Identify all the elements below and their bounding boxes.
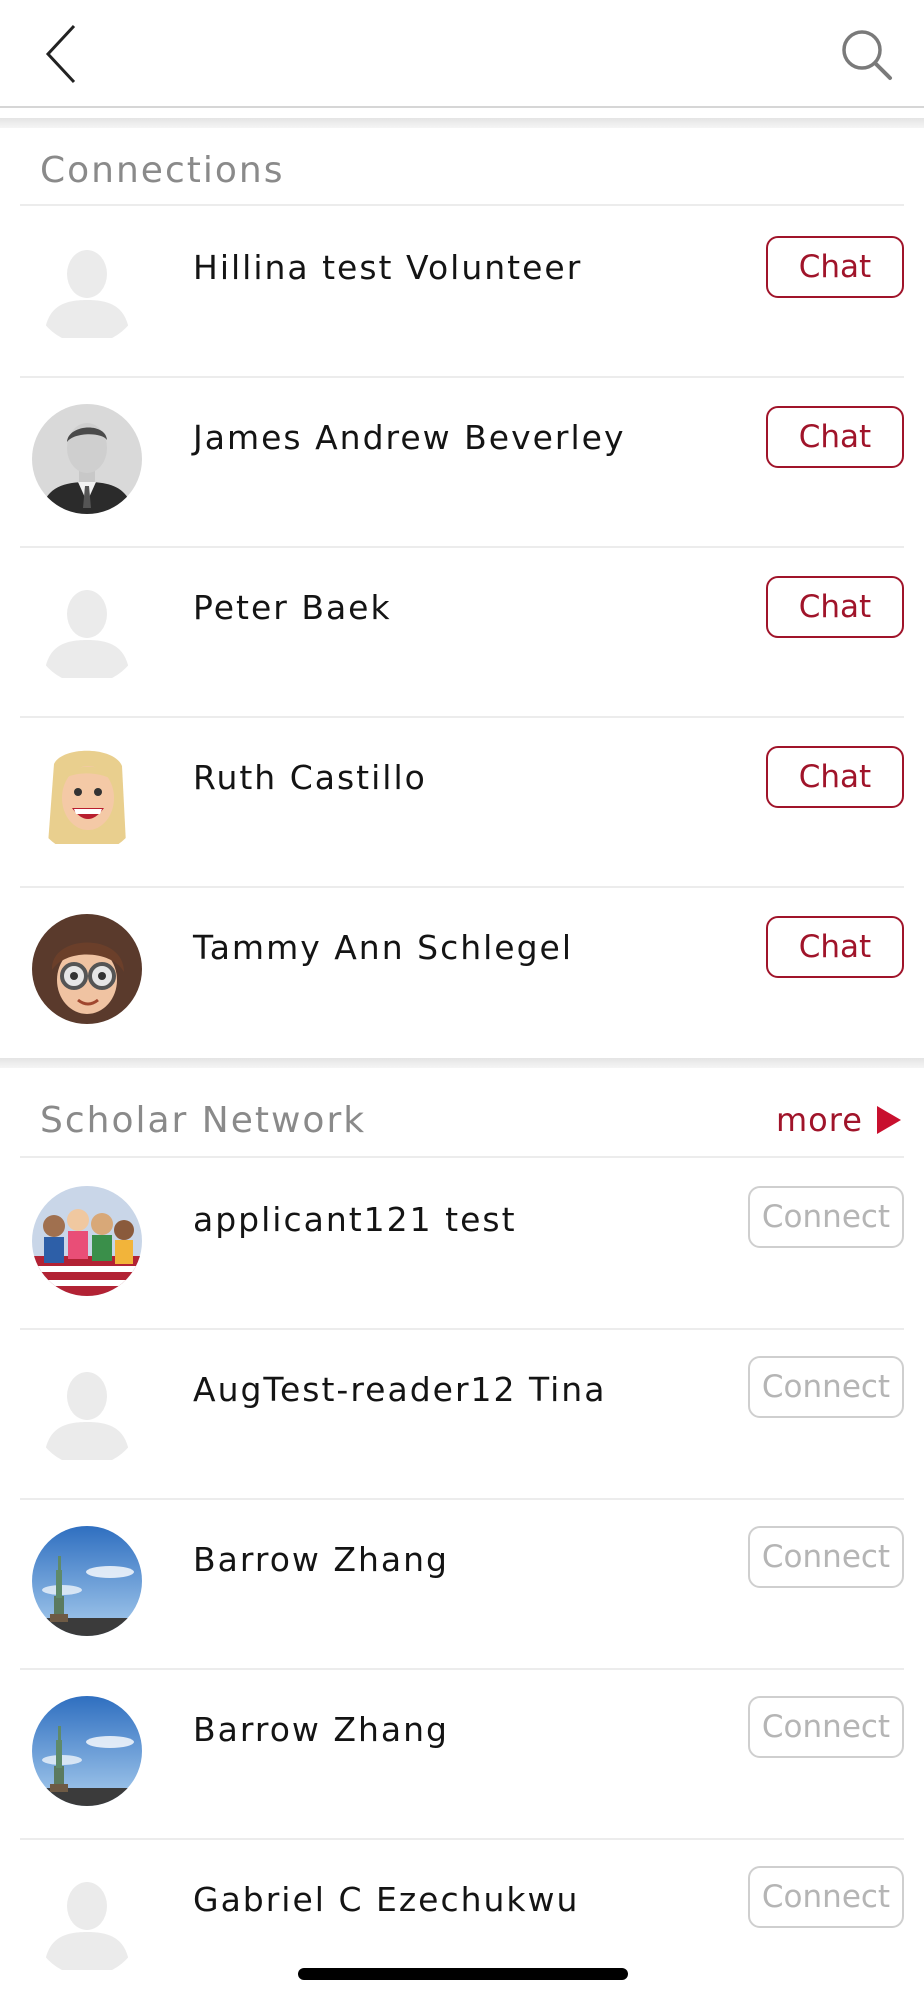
connect-button[interactable]: Connect <box>748 1356 904 1418</box>
more-link[interactable]: more <box>776 1098 901 1142</box>
person-placeholder-icon <box>32 574 142 684</box>
person-name: Peter Baek <box>193 588 392 627</box>
avatar <box>32 744 142 854</box>
connection-row: Tammy Ann Schlegel Chat <box>20 886 904 1056</box>
avatar <box>32 1866 142 1976</box>
avatar <box>32 1696 142 1806</box>
chat-button[interactable]: Chat <box>766 406 904 468</box>
scholar-row: applicant121 test Connect <box>20 1158 904 1328</box>
profile-photo <box>32 1186 142 1296</box>
connection-row: James Andrew Beverley Chat <box>20 376 904 546</box>
scholar-row: Barrow Zhang Connect <box>20 1668 904 1838</box>
person-placeholder-icon <box>32 1356 142 1466</box>
avatar <box>32 574 142 684</box>
person-placeholder-icon <box>32 234 142 344</box>
person-name: Hillina test Volunteer <box>193 248 583 287</box>
person-name: Tammy Ann Schlegel <box>193 928 574 967</box>
person-name: James Andrew Beverley <box>193 418 626 457</box>
chat-button[interactable]: Chat <box>766 236 904 298</box>
connection-row: Peter Baek Chat <box>20 546 904 716</box>
search-icon <box>842 30 892 80</box>
scholar-network-title: Scholar Network <box>40 1100 367 1141</box>
avatar <box>32 1186 142 1296</box>
play-arrow-icon <box>876 1106 901 1134</box>
person-name: Barrow Zhang <box>193 1710 449 1749</box>
connect-button[interactable]: Connect <box>748 1526 904 1588</box>
connect-button[interactable]: Connect <box>748 1696 904 1758</box>
back-button[interactable] <box>40 22 90 86</box>
person-name: applicant121 test <box>193 1200 517 1239</box>
person-name: AugTest-reader12 Tina <box>193 1370 607 1409</box>
avatar <box>32 234 142 344</box>
more-label: more <box>776 1101 863 1139</box>
connections-title: Connections <box>40 150 285 191</box>
chat-button[interactable]: Chat <box>766 916 904 978</box>
chevron-left-icon <box>45 24 76 84</box>
search-button[interactable] <box>838 26 896 84</box>
top-navigation-bar <box>0 0 924 108</box>
scholar-row: Barrow Zhang Connect <box>20 1498 904 1668</box>
section-separator <box>0 1058 924 1068</box>
profile-photo <box>32 1526 142 1636</box>
person-placeholder-icon <box>32 1866 142 1976</box>
cartoon-avatar <box>32 744 142 854</box>
person-name: Barrow Zhang <box>193 1540 449 1579</box>
home-indicator <box>298 1968 628 1980</box>
connection-row: Ruth Castillo Chat <box>20 716 904 886</box>
person-name: Ruth Castillo <box>193 758 427 797</box>
scholar-row: AugTest-reader12 Tina Connect <box>20 1328 904 1498</box>
connect-button[interactable]: Connect <box>748 1866 904 1928</box>
avatar <box>32 1526 142 1636</box>
chat-button[interactable]: Chat <box>766 746 904 808</box>
section-separator <box>0 118 924 128</box>
chat-button[interactable]: Chat <box>766 576 904 638</box>
avatar <box>32 1356 142 1466</box>
person-name: Gabriel C Ezechukwu <box>193 1880 580 1919</box>
connection-row: Hillina test Volunteer Chat <box>20 206 904 376</box>
cartoon-avatar <box>32 914 142 1024</box>
avatar <box>32 914 142 1024</box>
profile-photo <box>32 1696 142 1806</box>
avatar <box>32 404 142 514</box>
profile-photo <box>32 404 142 514</box>
connect-button[interactable]: Connect <box>748 1186 904 1248</box>
